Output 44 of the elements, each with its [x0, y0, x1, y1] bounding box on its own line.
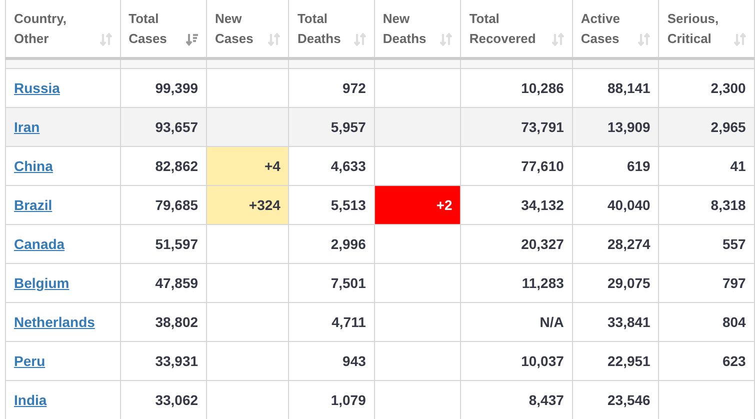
table-cell: 77,610	[460, 146, 572, 186]
table-cell: 93,657	[120, 108, 207, 146]
country-link[interactable]: Brazil	[14, 197, 52, 213]
country-link[interactable]: Russia	[14, 80, 60, 96]
table-cell: 22,951	[572, 342, 659, 380]
table-cell: 943	[288, 342, 374, 380]
table-cell: 13,909	[572, 108, 659, 146]
table-cell: 4,711	[288, 302, 374, 342]
table-cell: 4,633	[288, 146, 374, 186]
table-cell: +324	[206, 186, 289, 224]
table-cell: 11,283	[460, 264, 572, 302]
table-cell: 47,859	[120, 264, 207, 302]
table-cell: 804	[658, 302, 754, 342]
table-cell: 28,274	[572, 224, 659, 264]
table-cell: 2,996	[288, 224, 374, 264]
table-cell: 619	[572, 146, 659, 186]
table-cell: 41	[658, 146, 754, 186]
table-cell: 29,075	[572, 264, 659, 302]
country-link[interactable]: Belgium	[14, 275, 70, 291]
country-link[interactable]: India	[14, 392, 47, 408]
table-cell: +2	[374, 186, 461, 224]
table-cell: 33,841	[572, 302, 659, 342]
table-cell: 73,791	[460, 108, 572, 146]
country-link[interactable]: China	[14, 158, 53, 174]
table-cell: 10,037	[460, 342, 572, 380]
table-cell: 623	[658, 342, 754, 380]
table-cell: +4	[206, 146, 289, 186]
table-cell: 5,957	[288, 108, 374, 146]
country-link[interactable]: Canada	[14, 236, 65, 252]
table-cell: 34,132	[460, 186, 572, 224]
table-cell: N/A	[460, 302, 572, 342]
country-link[interactable]: Peru	[14, 353, 46, 369]
table-cell: 7,501	[288, 264, 374, 302]
table-cell: 8,318	[658, 186, 754, 224]
table-cell: 33,931	[120, 342, 207, 380]
table-cell: 40,040	[572, 186, 659, 224]
table-cell: 797	[658, 264, 754, 302]
country-link[interactable]: Iran	[14, 119, 40, 135]
table-cell: 2,965	[658, 108, 754, 146]
table-cell: 20,327	[460, 224, 572, 264]
table-cell: 557	[658, 224, 754, 264]
table-cell: 5,513	[288, 186, 374, 224]
table-cell: 38,802	[120, 302, 207, 342]
table-cell: 51,597	[120, 224, 207, 264]
